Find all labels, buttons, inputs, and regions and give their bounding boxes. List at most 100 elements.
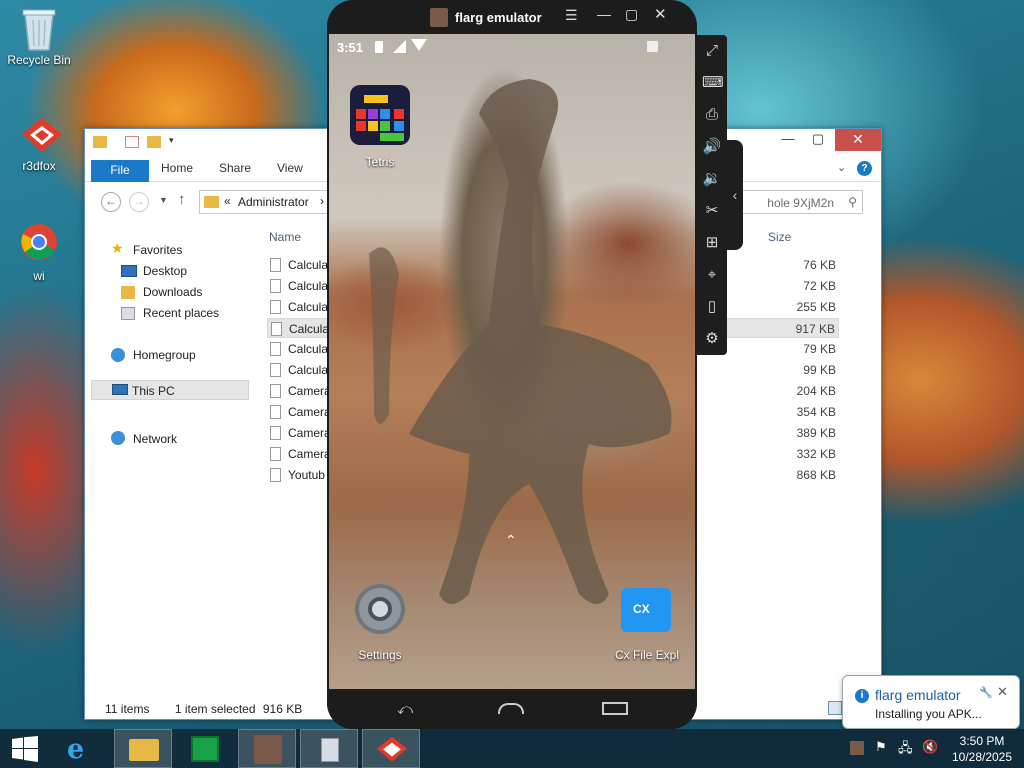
address-chevron[interactable]: « <box>224 194 231 208</box>
taskbar-clock[interactable]: 3:50 PM 10/28/2025 <box>942 733 1022 765</box>
desktop-icon-label: Recycle Bin <box>7 53 71 67</box>
notification-title: flarg emulator <box>875 687 961 703</box>
file-size: 79 KB <box>803 342 836 356</box>
new-folder-icon[interactable] <box>147 136 161 148</box>
settings-gear-icon[interactable]: ⚙ <box>702 329 722 349</box>
file-size: 255 KB <box>796 300 836 314</box>
status-selected: 1 item selected <box>174 702 256 716</box>
nav-downloads[interactable]: Downloads <box>143 285 202 299</box>
app-cx-file-explorer[interactable]: CX Cx File Expl <box>605 582 689 666</box>
desktop-icon-wi[interactable]: wi <box>2 222 76 283</box>
file-name: Calcula <box>288 258 329 272</box>
nav-homegroup[interactable]: Homegroup <box>133 348 196 362</box>
location-icon[interactable]: ⌖ <box>702 265 722 285</box>
file-icon <box>270 279 281 293</box>
app-window-icon <box>321 738 339 762</box>
file-name: Calcula <box>288 342 329 356</box>
emulator-logo-icon <box>430 8 448 27</box>
help-icon[interactable]: ? <box>857 161 872 176</box>
desktop-icon-recycle-bin[interactable]: Recycle Bin <box>2 6 76 67</box>
emulator-window: flarg emulator ☰ — ▢ ✕ 3:51 Tetris ⌃ Set… <box>327 0 697 729</box>
fullscreen-icon[interactable]: ⤢ <box>702 41 722 61</box>
ribbon-expand-icon[interactable]: ⌄ <box>837 161 846 174</box>
minimize-button[interactable]: — <box>597 6 611 22</box>
minimize-button[interactable]: — <box>773 129 803 151</box>
tab-share[interactable]: Share <box>219 161 251 175</box>
homegroup-icon <box>111 348 125 362</box>
taskbar-store[interactable] <box>176 729 234 768</box>
start-button[interactable] <box>0 729 50 768</box>
android-screen[interactable]: 3:51 Tetris ⌃ Settings CX Cx File Expl <box>329 34 695 689</box>
volume-muted-icon[interactable]: 🔇 <box>922 739 938 755</box>
address-separator[interactable]: › <box>320 194 324 208</box>
volume-down-icon[interactable]: 🔉 <box>702 169 722 189</box>
action-center-flag-icon[interactable]: ⚑ <box>875 739 887 755</box>
forward-button[interactable]: → <box>129 192 149 212</box>
home-nav-button[interactable] <box>498 703 524 714</box>
close-icon[interactable]: ✕ <box>997 684 1008 700</box>
install-apk-icon[interactable]: ⎙ <box>702 105 722 125</box>
status-bar: 11 items 1 item selected 916 KB <box>105 702 302 716</box>
taskbar-file-explorer[interactable] <box>114 729 172 768</box>
maximize-button[interactable]: ▢ <box>625 6 638 23</box>
taskbar-r3dfox[interactable] <box>362 729 420 768</box>
app-tetris[interactable]: Tetris <box>348 85 412 169</box>
file-size: 76 KB <box>803 258 836 272</box>
network-icon <box>111 431 125 445</box>
file-name: Camera <box>288 447 331 461</box>
column-header-name[interactable]: Name <box>269 230 301 244</box>
taskbar-flarg-emulator[interactable] <box>238 729 296 768</box>
collapse-toolbar-icon[interactable]: ‹ <box>727 140 743 250</box>
notification-toast[interactable]: i flarg emulator 🔧 ✕ Installing you APK.… <box>842 675 1020 729</box>
file-size: 868 KB <box>796 468 836 482</box>
file-size: 389 KB <box>796 426 836 440</box>
file-explorer-icon <box>129 739 159 761</box>
cx-file-explorer-icon: CX <box>621 588 671 632</box>
emulator-titlebar: flarg emulator ☰ — ▢ ✕ <box>327 0 697 34</box>
file-icon <box>270 447 281 461</box>
recents-nav-button[interactable] <box>602 702 628 715</box>
wrench-icon[interactable]: 🔧 <box>979 686 993 699</box>
keyboard-icon[interactable]: ⌨ <box>702 73 724 93</box>
back-nav-button[interactable]: ⤺ <box>397 701 413 718</box>
file-name: Calcula <box>289 322 330 336</box>
nav-network[interactable]: Network <box>133 432 177 446</box>
details-view-icon[interactable] <box>828 701 842 715</box>
maximize-button[interactable]: ▢ <box>803 129 833 151</box>
search-input[interactable]: hole 9XjM2n ⚲ <box>735 190 863 214</box>
file-name: Calcula <box>288 300 329 314</box>
app-drawer-up-icon[interactable]: ⌃ <box>505 532 517 549</box>
network-tray-icon[interactable]: 🖧 <box>898 739 913 761</box>
recent-locations-icon[interactable]: ▼ <box>159 195 168 205</box>
back-button[interactable]: ← <box>101 192 121 212</box>
nav-recent-places[interactable]: Recent places <box>143 306 219 320</box>
desktop-icon-r3dfox[interactable]: r3dfox <box>2 112 76 173</box>
file-size: 99 KB <box>803 363 836 377</box>
taskbar-ie[interactable]: e <box>52 729 110 768</box>
tab-file[interactable]: File <box>91 160 149 182</box>
flarg-tray-icon[interactable] <box>850 741 864 755</box>
close-button[interactable]: ✕ <box>835 129 881 151</box>
app-settings[interactable]: Settings <box>345 582 415 666</box>
column-header-size[interactable]: Size <box>768 230 791 244</box>
nav-this-pc[interactable]: This PC <box>91 380 249 400</box>
nav-favorites[interactable]: Favorites <box>133 243 182 257</box>
shake-icon[interactable]: ▯ <box>702 297 722 317</box>
multi-instance-icon[interactable]: ⊞ <box>702 233 722 253</box>
address-path[interactable]: Administrator <box>238 195 309 209</box>
tab-view[interactable]: View <box>277 161 303 175</box>
up-button[interactable]: ↑ <box>178 191 186 208</box>
menu-icon[interactable]: ☰ <box>565 7 578 24</box>
nav-desktop[interactable]: Desktop <box>143 264 187 278</box>
volume-up-icon[interactable]: 🔊 <box>702 137 722 157</box>
battery-icon <box>375 41 383 53</box>
screenshot-scissors-icon[interactable]: ✂ <box>702 201 722 221</box>
tab-home[interactable]: Home <box>161 161 193 175</box>
file-name: Calcula <box>288 363 329 377</box>
properties-icon[interactable] <box>125 136 139 148</box>
folder-icon <box>204 196 219 208</box>
taskbar-app[interactable] <box>300 729 358 768</box>
quick-access-dropdown-icon[interactable]: ▾ <box>169 135 174 146</box>
close-button[interactable]: ✕ <box>654 5 667 23</box>
nav-this-pc-label: This PC <box>132 384 175 398</box>
